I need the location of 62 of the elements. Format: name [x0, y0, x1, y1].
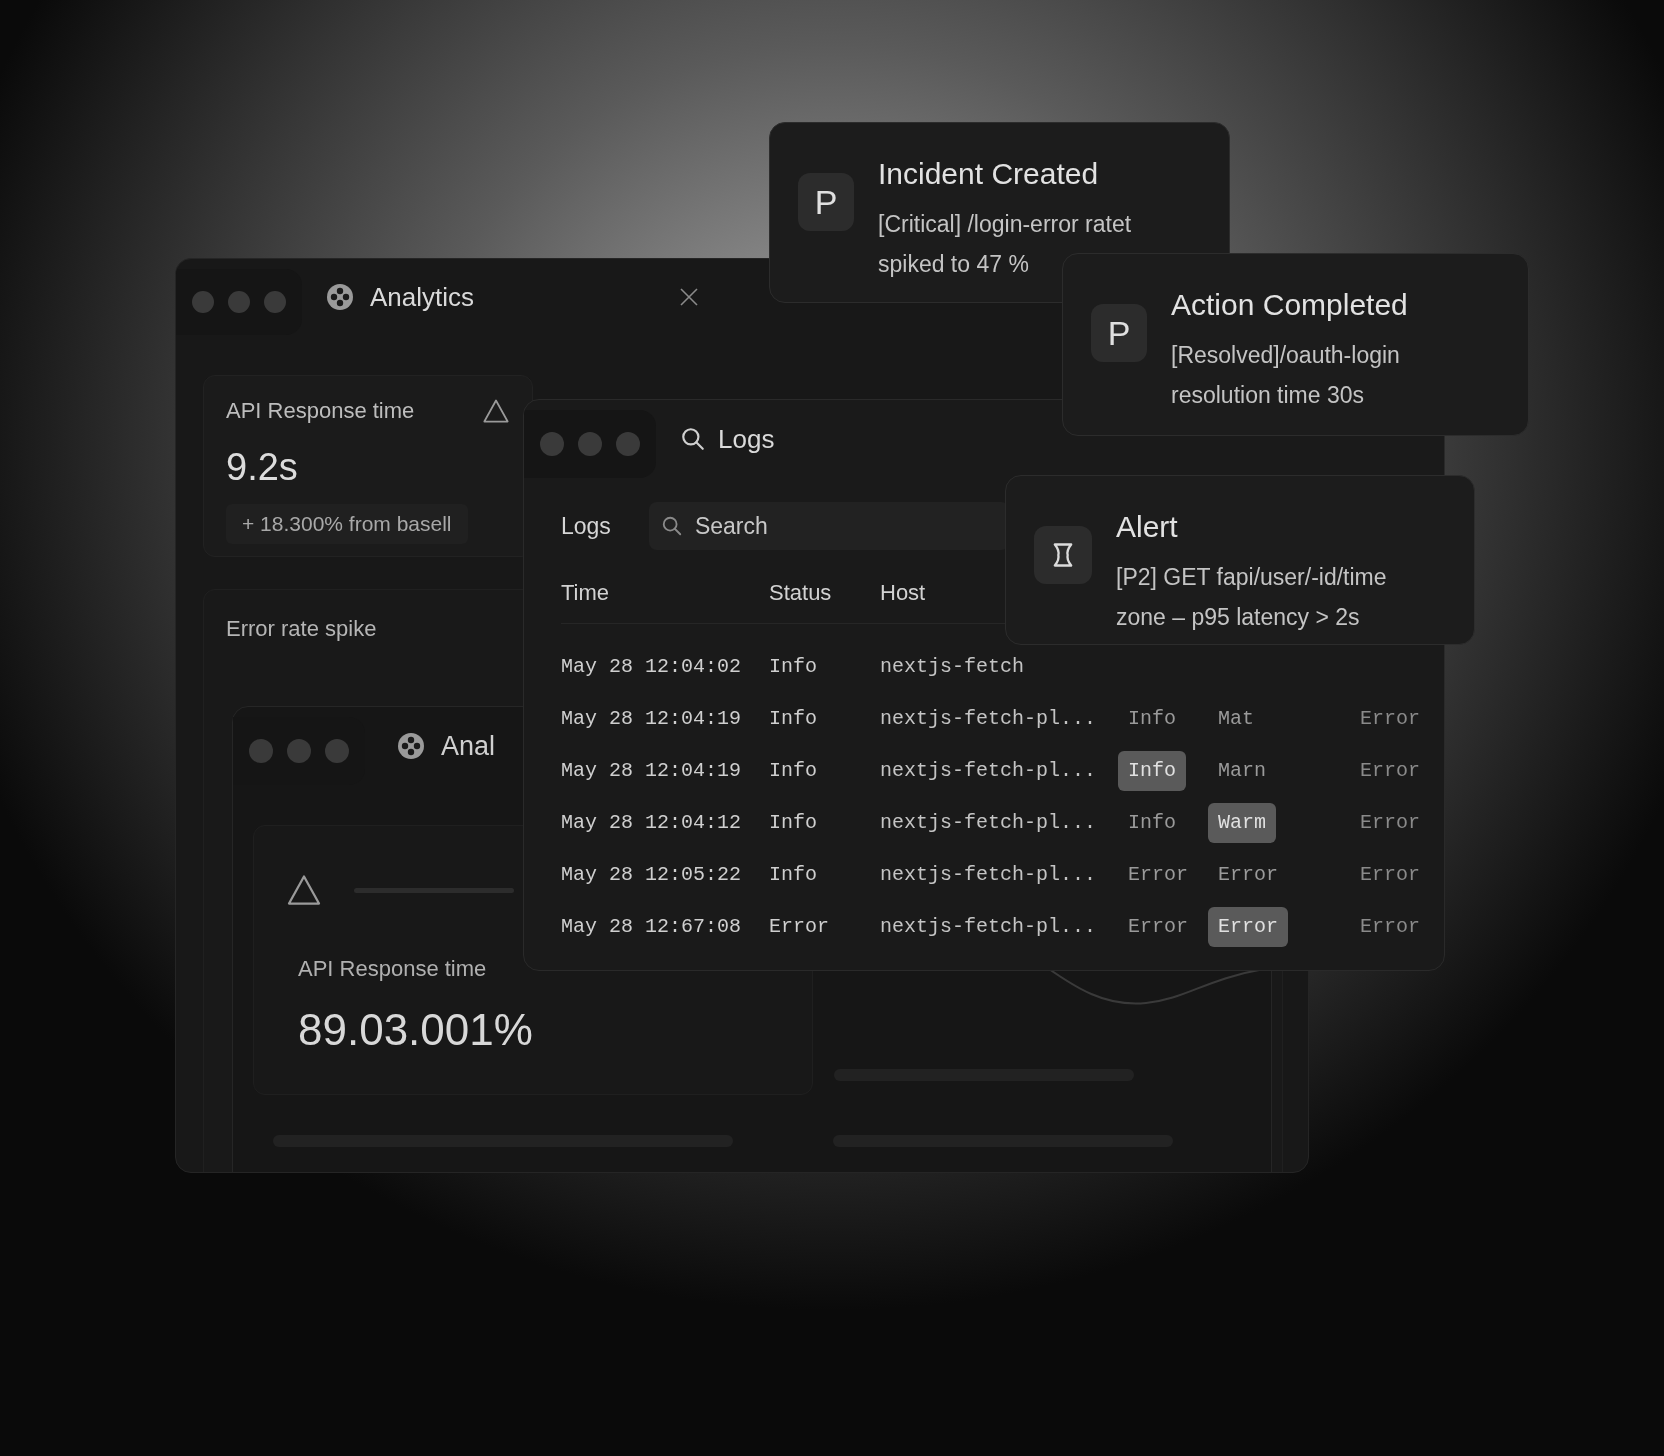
table-cell: Error [1208, 907, 1288, 947]
table-cell-text: Info [769, 758, 817, 784]
table-cell-text: Info [1128, 706, 1176, 732]
panel-title: Error rate spike [226, 616, 377, 641]
window-title: Logs [718, 422, 775, 456]
metric-label: API Response time [298, 955, 487, 983]
notification-body: [Critical] /login-error ratet spiked to 47 % [878, 210, 1133, 279]
table-cell-text: Mat [1218, 706, 1254, 732]
table-cell-text: Error [1128, 914, 1188, 940]
warning-icon [286, 872, 322, 908]
table-cell-text: Info [769, 810, 817, 836]
table-cell-text: May 28 12:04:12 [561, 810, 742, 836]
notification-body: [Resolved]/oauth-login resolution time 30s [1171, 341, 1401, 410]
table-cell-text: Info [769, 862, 817, 888]
table-cell-text: Error [1360, 758, 1420, 784]
close-icon[interactable] [678, 286, 701, 308]
search-icon [660, 515, 683, 537]
metric-value: 89.03.001% [298, 1004, 533, 1056]
table-cell-text: Error [1128, 862, 1188, 888]
search-icon [680, 426, 706, 452]
logo-icon [397, 732, 425, 760]
table-cell-text: Info [769, 654, 817, 680]
table-cell-text: nextjs-fetch-pl... [880, 758, 1097, 784]
table-cell-text: nextjs-fetch [880, 654, 1025, 680]
app-badge-icon: P [1091, 304, 1147, 362]
notification-title: Incident Created [878, 156, 1100, 192]
table-cell-text: nextjs-fetch-pl... [880, 706, 1097, 732]
column-header[interactable]: Host [880, 580, 926, 605]
table-cell-text: Marn [1218, 758, 1266, 784]
table-cell-text: nextjs-fetch-pl... [880, 914, 1097, 940]
table-cell-text: Error [1218, 862, 1278, 888]
metric-value: 9.2s [226, 445, 299, 490]
table-cell-text: nextjs-fetch-pl... [880, 810, 1097, 836]
table-cell-text: May 28 12:67:08 [561, 914, 742, 940]
table-cell: Info [1118, 751, 1186, 791]
column-header[interactable]: Status [769, 580, 832, 605]
notification-body: [P2] GET fapi/user/-id/time zone – p95 latency > 2s [1116, 563, 1388, 632]
window-controls[interactable] [524, 410, 656, 478]
app-badge-icon: P [798, 173, 854, 231]
table-cell-text: May 28 12:04:02 [561, 654, 742, 680]
column-header[interactable]: Time [561, 580, 610, 605]
table-cell: Warm [1208, 803, 1276, 843]
notification-title: Alert [1116, 509, 1179, 545]
table-cell-text: Info [769, 706, 817, 732]
table-cell-text: nextjs-fetch-pl... [880, 862, 1097, 888]
window-title: Analytics [370, 280, 475, 314]
notification-title: Action Completed [1171, 287, 1409, 323]
search-placeholder: Search [694, 511, 768, 541]
table-cell-text: Info [1128, 810, 1176, 836]
table-cell-text: May 28 12:04:19 [561, 706, 742, 732]
table-cell-text: Error [1360, 914, 1420, 940]
table-cell-text: Error [1360, 862, 1420, 888]
table-cell-text: Error [1360, 706, 1420, 732]
window-title: Anal [441, 729, 496, 763]
table-cell-text: Error [769, 914, 829, 940]
table-cell-text: May 28 12:05:22 [561, 862, 742, 888]
section-label: Logs [561, 511, 611, 541]
logo-icon [326, 283, 354, 311]
table-cell-text: May 28 12:04:19 [561, 758, 742, 784]
table-cell-text: Error [1360, 810, 1420, 836]
card-title: API Response time [226, 397, 415, 425]
change-badge: + 18.300% from basell [226, 504, 468, 544]
